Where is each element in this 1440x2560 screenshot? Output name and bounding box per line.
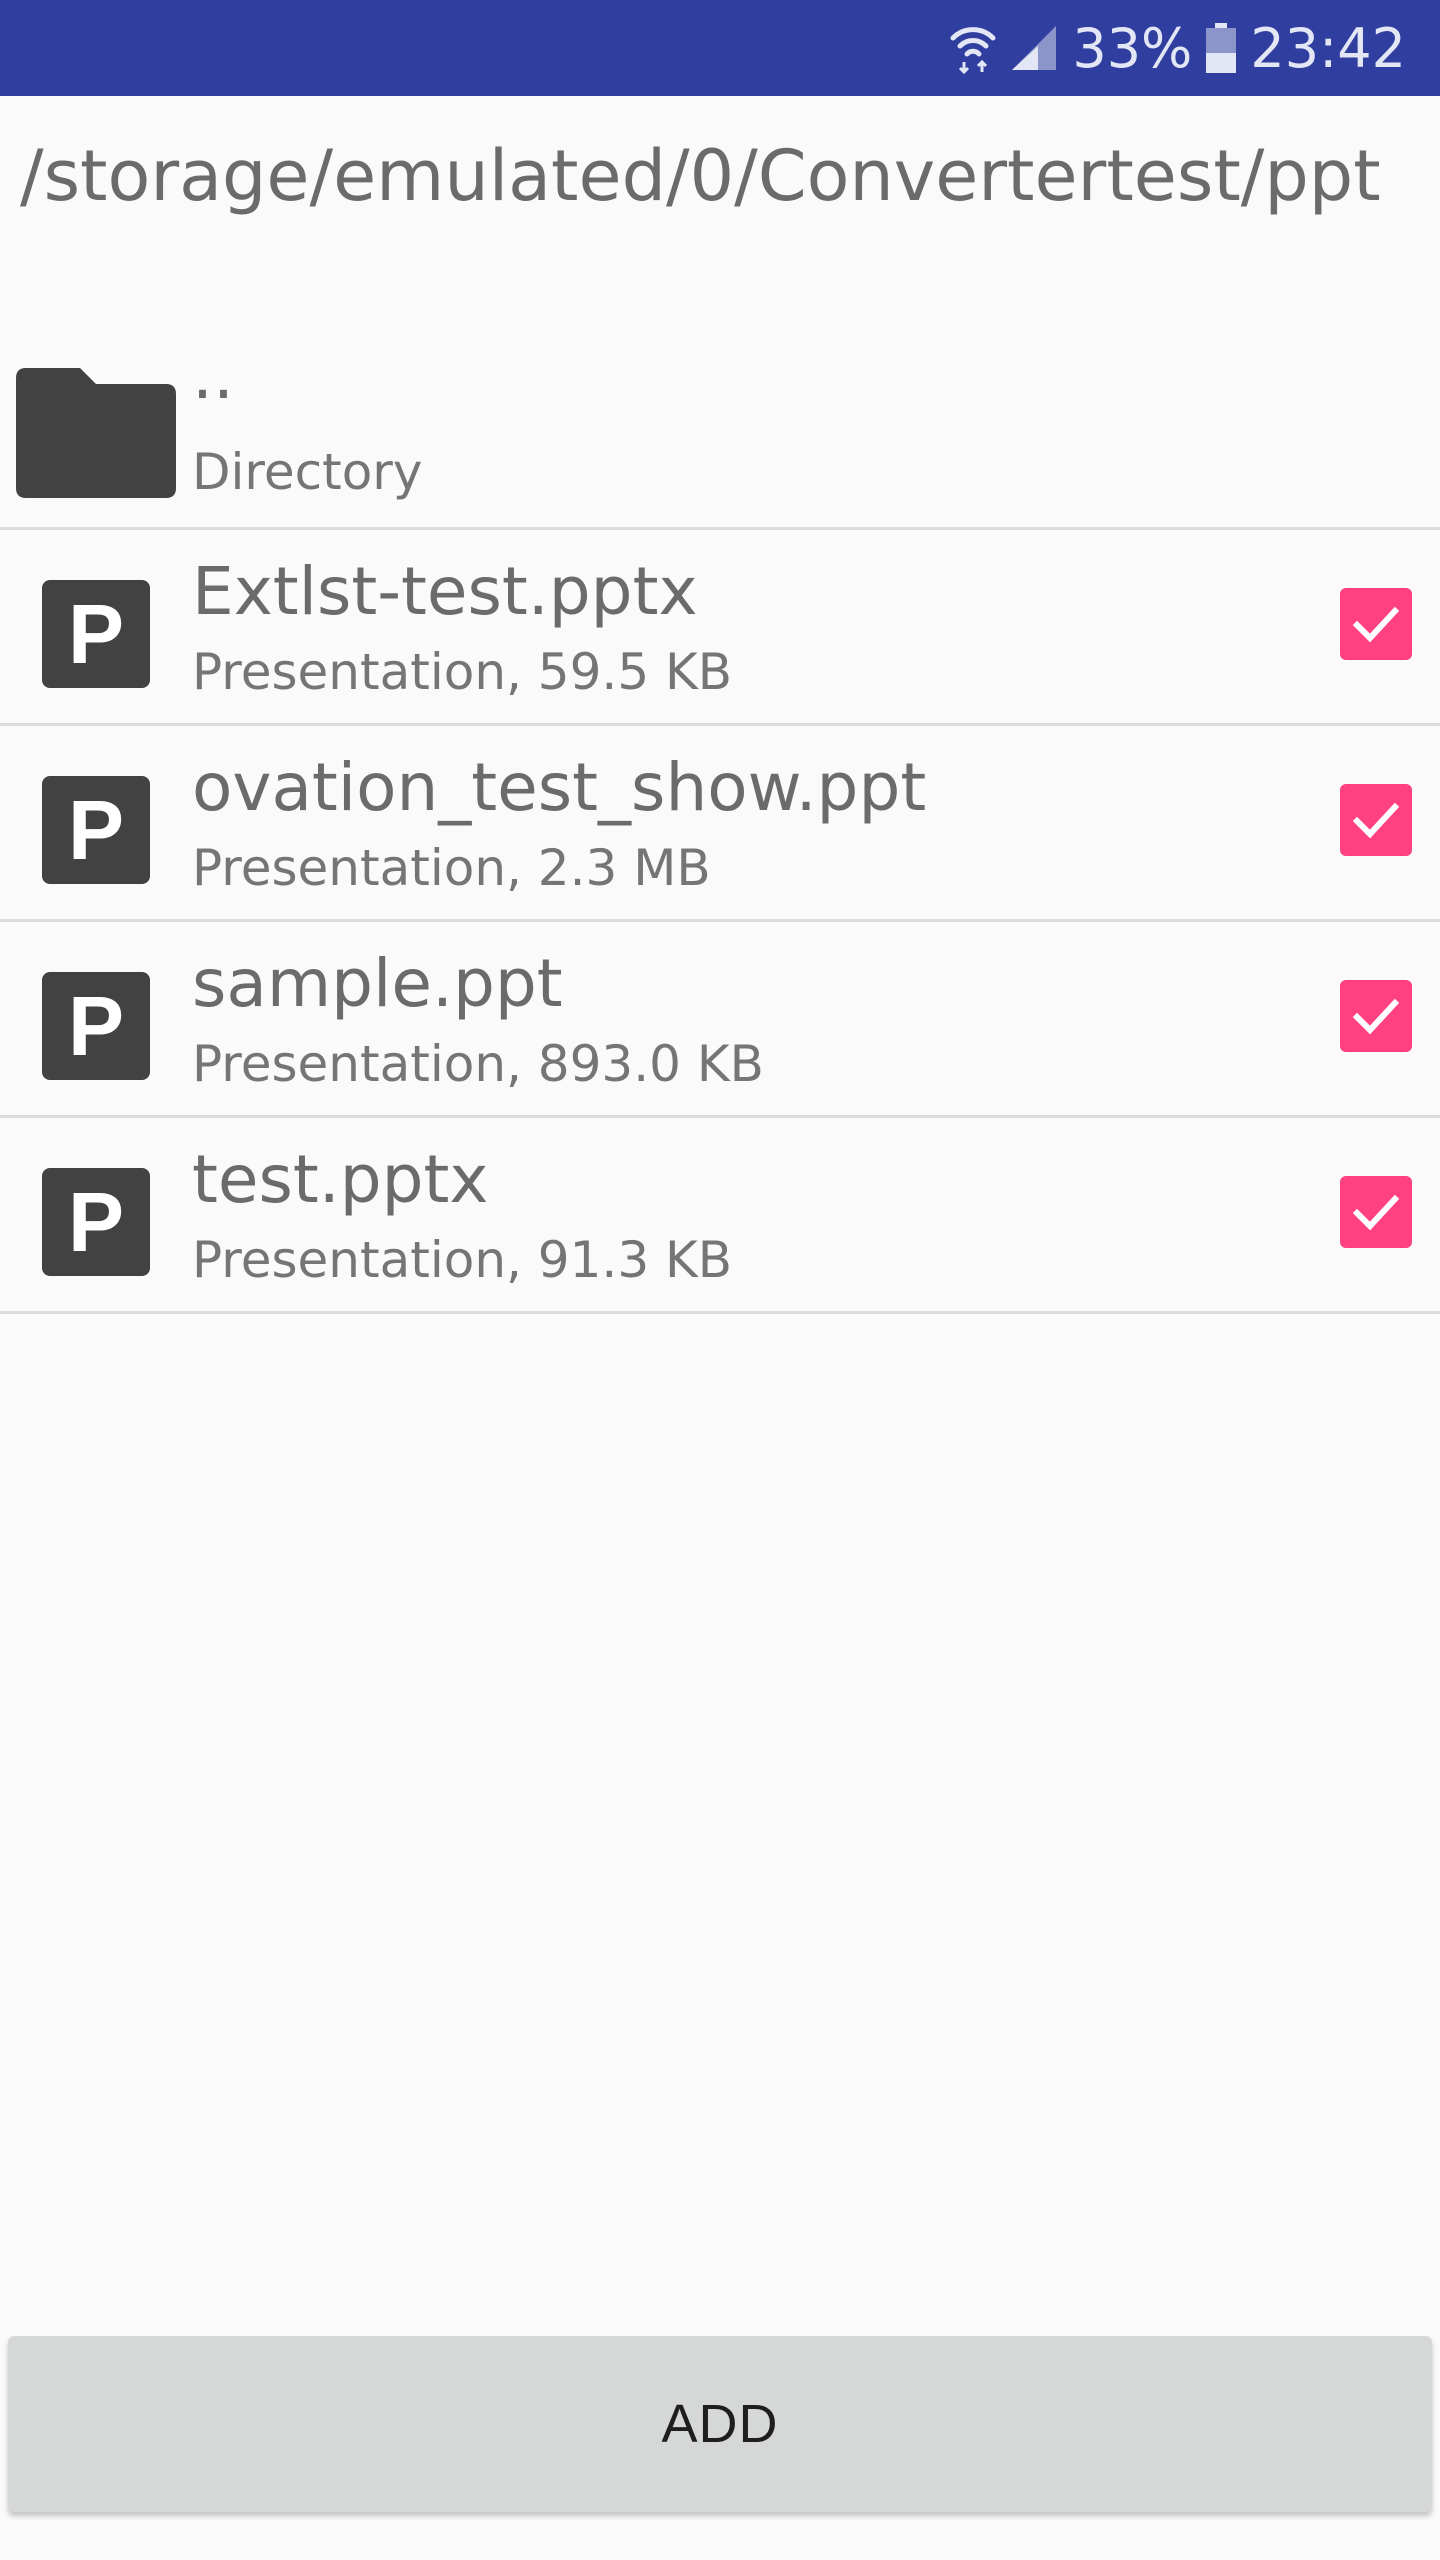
file-checkbox[interactable] — [1340, 784, 1412, 856]
file-item[interactable]: P Extlst-test.pptx Presentation, 59.5 KB — [0, 530, 1440, 726]
file-name: test.pptx — [192, 1141, 489, 1218]
checkmark-icon — [1352, 802, 1400, 839]
checkmark-icon — [1352, 606, 1400, 643]
file-checkbox[interactable] — [1340, 1176, 1412, 1248]
file-name: ovation_test_show.ppt — [192, 749, 927, 826]
checkmark-icon — [1352, 1194, 1400, 1231]
file-list: .. Directory P Extlst-test.pptx Presenta… — [0, 337, 1440, 1314]
file-details: Presentation, 893.0 KB — [192, 1035, 764, 1093]
battery-icon — [1206, 23, 1237, 73]
add-button[interactable]: ADD — [8, 2336, 1432, 2512]
file-item[interactable]: P ovation_test_show.ppt Presentation, 2.… — [0, 726, 1440, 922]
current-path: /storage/emulated/0/Convertertest/ppt — [20, 135, 1381, 217]
status-bar: 33% 23:42 — [0, 0, 1440, 96]
file-details: Presentation, 91.3 KB — [192, 1231, 733, 1289]
ppt-icon: P — [42, 776, 150, 884]
directory-label: Directory — [192, 443, 423, 501]
file-name: sample.ppt — [192, 945, 563, 1022]
ppt-icon: P — [42, 580, 150, 688]
battery-percent: 33% — [1072, 16, 1193, 80]
file-item[interactable]: P sample.ppt Presentation, 893.0 KB — [0, 922, 1440, 1118]
folder-icon — [16, 368, 176, 503]
wifi-icon — [950, 22, 996, 74]
file-details: Presentation, 59.5 KB — [192, 643, 733, 701]
directory-name: .. — [192, 337, 234, 414]
ppt-icon: P — [42, 972, 150, 1080]
clock: 23:42 — [1250, 16, 1406, 80]
file-details: Presentation, 2.3 MB — [192, 839, 711, 897]
signal-icon — [1010, 24, 1058, 72]
file-name: Extlst-test.pptx — [192, 553, 698, 630]
file-item[interactable]: P test.pptx Presentation, 91.3 KB — [0, 1118, 1440, 1314]
file-checkbox[interactable] — [1340, 588, 1412, 660]
directory-up-item[interactable]: .. Directory — [0, 337, 1440, 530]
checkmark-icon — [1352, 998, 1400, 1035]
file-checkbox[interactable] — [1340, 980, 1412, 1052]
ppt-icon: P — [42, 1168, 150, 1276]
